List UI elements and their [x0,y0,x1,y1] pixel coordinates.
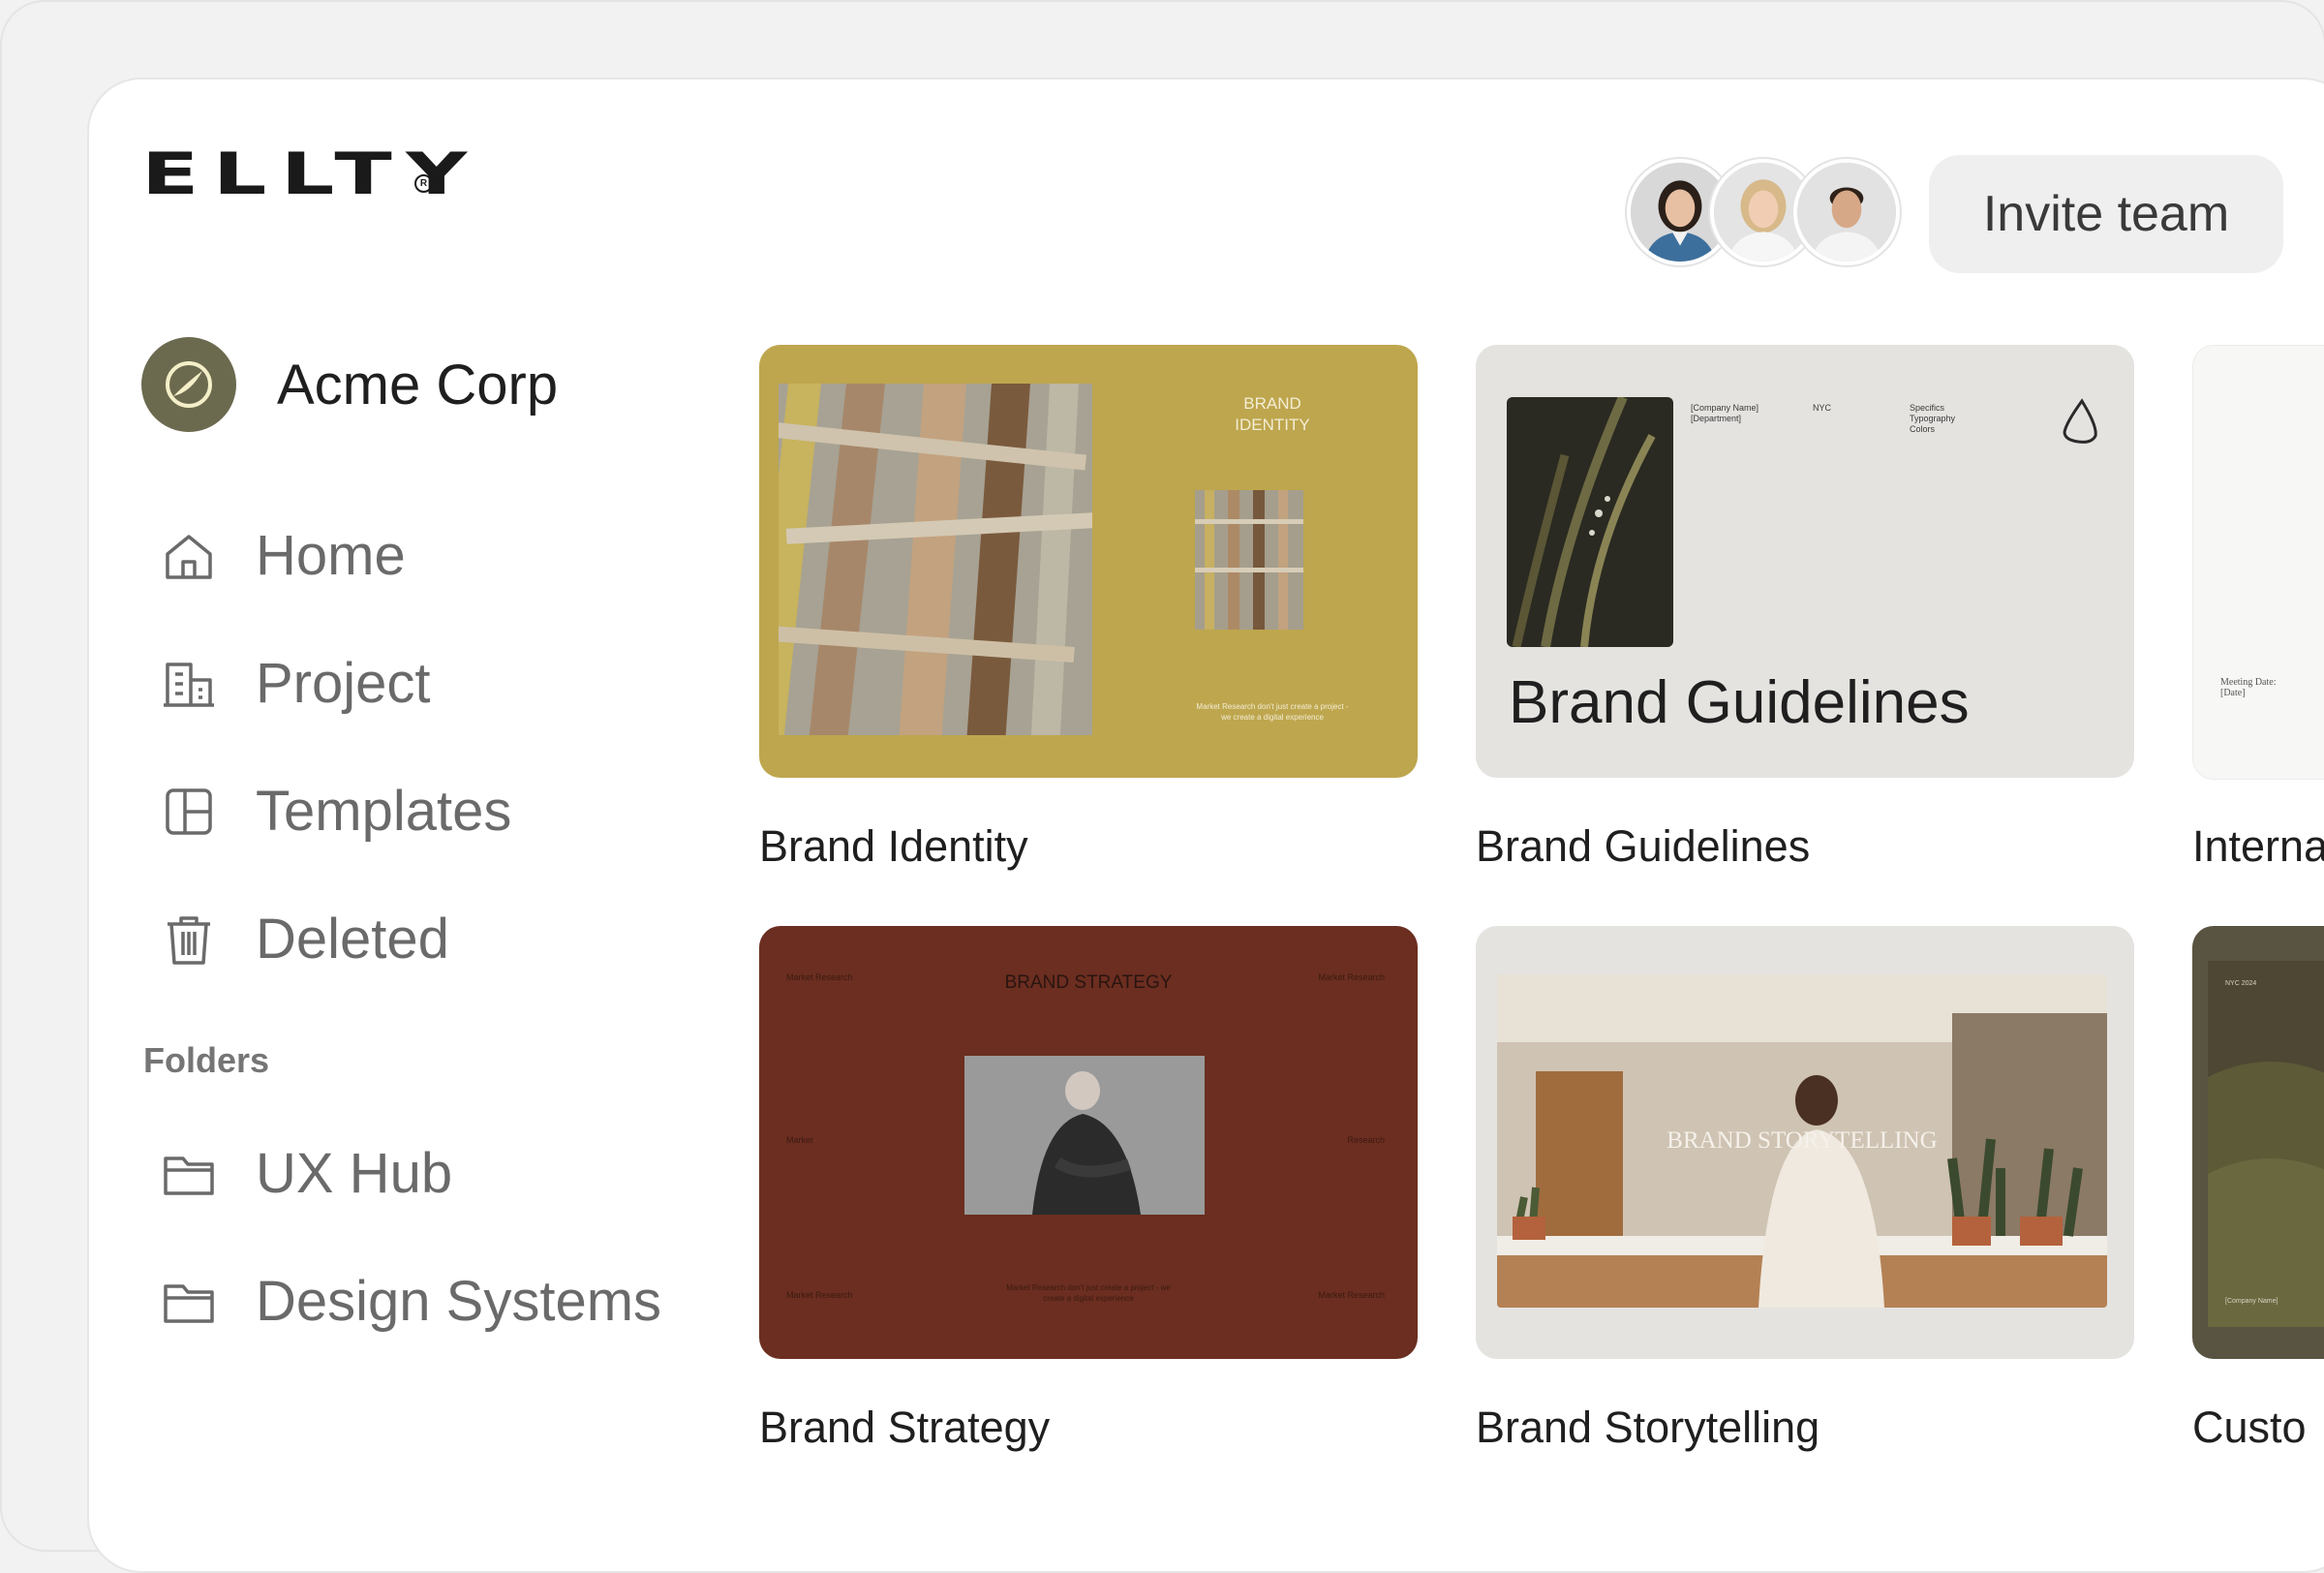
meta-line: Meeting Date: [2220,677,2277,688]
template-card-custom[interactable]: NYC 2024 [Company Name] [2192,926,2324,1359]
side-text-left: Market [786,1135,813,1145]
card-small-image [1195,490,1303,630]
inner-title-line: BRAND [1243,394,1301,413]
sidebar-item-templates[interactable]: Templates [161,779,511,844]
org-logo-icon [141,337,236,432]
folder-icon [161,1274,217,1330]
org-name: Acme Corp [277,353,559,416]
sidebar-folder-design-systems[interactable]: Design Systems [161,1269,661,1334]
logo-wordmark: ELLTY [141,140,481,208]
registered-mark-icon: R [414,174,433,193]
org-switcher[interactable]: Acme Corp [141,337,558,432]
caption-line: Market Research don't just create a proj… [1006,1283,1171,1292]
card-thumbnail-image [779,384,1092,735]
meta-meeting: Meeting Date: [Date] [2220,677,2276,698]
meta-company: [Company Name] [Department] [1691,403,1758,424]
template-card-brand-strategy[interactable]: BRAND STRATEGY Market Research Market Re… [759,926,1418,1359]
meta-date: NYC 2024 [2225,980,2257,987]
card-thumbnail-image [2208,961,2324,1327]
folder-icon [161,1146,217,1202]
corner-text-br: Market Research [1318,1290,1385,1300]
template-card-brand-identity[interactable]: BRAND IDENTITY Market Research don't jus… [759,345,1418,778]
card-inner-caption: Market Research don't just create a proj… [1137,701,1408,723]
meta-line: Typography [1910,414,1956,423]
sidebar-item-label: Deleted [256,908,449,971]
folder-label: UX Hub [256,1142,453,1205]
drop-shape-icon [2059,397,2103,450]
avatar-man-1-icon[interactable] [1793,159,1900,265]
side-text-right: Research [1347,1135,1385,1145]
caption-line: Market Research don't just create a proj… [1196,702,1349,711]
sidebar-item-home[interactable]: Home [161,523,406,588]
meta-specifics: Specifics Typography Colors [1910,403,1955,435]
card-title[interactable]: Brand Strategy [759,1403,1050,1453]
sidebar-item-project[interactable]: Project [161,651,431,716]
meta-line: Colors [1910,424,1936,434]
card-thumbnail-image [1507,397,1673,647]
sidebar-item-label: Templates [256,780,512,843]
card-inner-title: Brand Guidelines [1509,669,1970,736]
card-inner-caption: Market Research don't just create a proj… [963,1282,1214,1304]
folder-label: Design Systems [256,1270,662,1333]
template-card-brand-storytelling[interactable]: BRAND STORYTELLING [1476,926,2134,1359]
folders-heading: Folders [143,1040,270,1080]
caption-line: create a digital experience [1043,1294,1134,1303]
invite-team-button[interactable]: Invite team [1929,155,2283,273]
template-card-internal[interactable]: Meeting Date: [Date] [2192,345,2324,780]
card-inner-title: BRAND STORYTELLING [1667,1127,1938,1154]
layout-icon [161,784,217,840]
corner-text-tr: Market Research [1318,972,1385,982]
card-thumbnail-image [964,1056,1205,1215]
meta-company: [Company Name] [2225,1298,2278,1305]
meta-line: [Date] [2220,688,2246,698]
sidebar-folder-ux-hub[interactable]: UX Hub [161,1141,452,1206]
card-title[interactable]: Interna [2192,821,2324,872]
sidebar-item-label: Home [256,524,406,587]
template-card-brand-guidelines[interactable]: [Company Name] [Department] NYC Specific… [1476,345,2134,778]
meta-line: [Company Name] [1691,403,1759,413]
corner-text-tl: Market Research [786,972,853,982]
meta-line: Specifics [1910,403,1945,413]
card-title[interactable]: Custo [2192,1403,2307,1453]
card-title[interactable]: Brand Identity [759,821,1028,872]
trash-icon [161,911,217,968]
meta-location: NYC [1813,403,1832,413]
meta-line: [Department] [1691,414,1742,423]
sidebar-item-label: Project [256,652,431,715]
home-icon [161,528,217,584]
corner-text-bl: Market Research [786,1290,853,1300]
building-icon [161,656,217,712]
inner-title-line: IDENTITY [1235,416,1310,434]
card-title[interactable]: Brand Guidelines [1476,821,1810,872]
ellty-logo[interactable]: ELLTY R [141,145,467,203]
caption-line: we create a digital experience [1221,713,1324,722]
sidebar-item-deleted[interactable]: Deleted [161,907,449,972]
card-inner-title: BRAND IDENTITY [1166,393,1379,436]
card-title[interactable]: Brand Storytelling [1476,1403,1819,1453]
